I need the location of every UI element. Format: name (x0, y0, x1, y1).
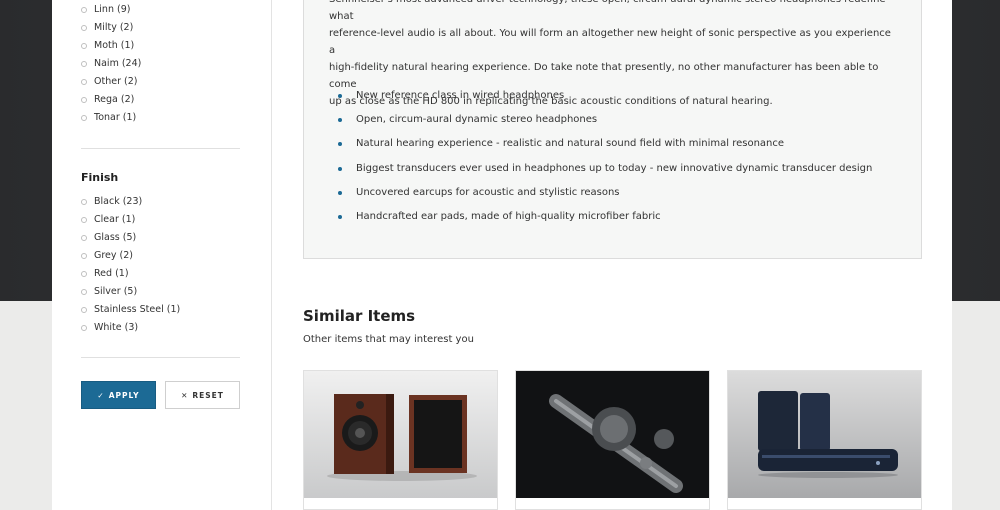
similar-item-card[interactable] (727, 370, 922, 510)
filter-option-moth[interactable]: Moth (1) (81, 37, 141, 55)
filter-option-stainless-steel[interactable]: Stainless Steel (1) (81, 301, 180, 319)
feature-item: Biggest transducers ever used in headpho… (338, 157, 872, 181)
product-image-speaker-system (728, 371, 921, 498)
filter-label: Red (1) (94, 268, 129, 279)
filter-label: Linn (9) (94, 4, 131, 15)
bullet-icon (338, 190, 342, 195)
description-line: reference-level audio is all about. You … (329, 28, 891, 56)
filter-option-tonar[interactable]: Tonar (1) (81, 109, 141, 127)
filter-label: Grey (2) (94, 250, 134, 261)
filter-option-white[interactable]: White (3) (81, 319, 180, 337)
radio-dot-icon (81, 307, 87, 313)
product-description-panel: Sennheiser's most advanced driver techno… (303, 0, 922, 259)
radio-dot-icon (81, 217, 87, 223)
filter-option-linn[interactable]: Linn (9) (81, 1, 141, 19)
filter-label: Other (2) (94, 76, 138, 87)
brand-filter-list: Linn (9) Milty (2) Moth (1) Naim (24) Ot… (81, 1, 141, 127)
feature-item: Open, circum-aural dynamic stereo headph… (338, 108, 872, 132)
bullet-icon (338, 142, 342, 147)
filter-option-black[interactable]: Black (23) (81, 193, 180, 211)
filter-label: Black (23) (94, 196, 143, 207)
feature-item: Uncovered earcups for acoustic and styli… (338, 181, 872, 205)
radio-dot-icon (81, 115, 87, 121)
filter-label: Glass (5) (94, 232, 137, 243)
filter-label: Naim (24) (94, 58, 142, 69)
radio-dot-icon (81, 97, 87, 103)
sidebar-divider (81, 148, 240, 149)
similar-items-title: Similar Items (303, 307, 416, 325)
radio-dot-icon (81, 25, 87, 31)
filter-label: White (3) (94, 322, 139, 333)
apply-label: APPLY (108, 390, 140, 400)
check-icon: ✓ (97, 390, 105, 400)
feature-item: New reference class in wired headphones (338, 84, 872, 108)
filter-option-glass[interactable]: Glass (5) (81, 229, 180, 247)
radio-dot-icon (81, 253, 87, 259)
bullet-icon (338, 94, 342, 98)
filter-option-grey[interactable]: Grey (2) (81, 247, 180, 265)
filter-label: Milty (2) (94, 22, 134, 33)
radio-dot-icon (81, 325, 87, 331)
similar-item-card[interactable] (515, 370, 710, 510)
filter-option-clear[interactable]: Clear (1) (81, 211, 180, 229)
filter-label: Stainless Steel (1) (94, 304, 181, 315)
product-image-tonearm (516, 371, 709, 498)
radio-dot-icon (81, 43, 87, 49)
filter-option-rega[interactable]: Rega (2) (81, 91, 141, 109)
sidebar-divider (81, 357, 240, 358)
feature-text: Uncovered earcups for acoustic and styli… (356, 186, 620, 198)
filter-label: Silver (5) (94, 286, 138, 297)
bullet-icon (338, 166, 342, 171)
feature-text: New reference class in wired headphones (356, 90, 565, 101)
product-main: Sennheiser's most advanced driver techno… (303, 0, 923, 510)
similar-items-subtitle: Other items that may interest you (303, 334, 474, 345)
apply-filters-button[interactable]: ✓ APPLY (81, 381, 156, 409)
radio-dot-icon (81, 79, 87, 85)
filter-label: Moth (1) (94, 40, 135, 51)
filter-option-red[interactable]: Red (1) (81, 265, 180, 283)
feature-item: Handcrafted ear pads, made of high-quali… (338, 205, 872, 229)
feature-list: New reference class in wired headphones … (338, 84, 872, 229)
close-icon: ✕ (181, 390, 189, 400)
filter-option-other[interactable]: Other (2) (81, 73, 141, 91)
feature-text: Biggest transducers ever used in headpho… (356, 162, 873, 174)
feature-text: Open, circum-aural dynamic stereo headph… (356, 114, 598, 126)
feature-item: Natural hearing experience - realistic a… (338, 132, 872, 156)
finish-filter-title: Finish (81, 171, 119, 184)
filter-option-milty[interactable]: Milty (2) (81, 19, 141, 37)
radio-dot-icon (81, 61, 87, 67)
finish-filter-list: Black (23) Clear (1) Glass (5) Grey (2) … (81, 193, 180, 337)
product-image-speakers (304, 371, 497, 498)
similar-item-card[interactable] (303, 370, 498, 510)
reset-filters-button[interactable]: ✕ RESET (165, 381, 240, 409)
filter-label: Tonar (1) (94, 112, 137, 123)
filter-sidebar: Linn (9) Milty (2) Moth (1) Naim (24) Ot… (52, 0, 272, 510)
radio-dot-icon (81, 7, 87, 13)
radio-dot-icon (81, 235, 87, 241)
page-container: Linn (9) Milty (2) Moth (1) Naim (24) Ot… (52, 0, 952, 510)
bullet-icon (338, 214, 342, 219)
filter-label: Rega (2) (94, 94, 135, 105)
radio-dot-icon (81, 199, 87, 205)
feature-text: Handcrafted ear pads, made of high-quali… (356, 210, 661, 222)
radio-dot-icon (81, 289, 87, 295)
filter-option-silver[interactable]: Silver (5) (81, 283, 180, 301)
description-line: Sennheiser's most advanced driver techno… (329, 0, 886, 22)
bullet-icon (338, 118, 342, 123)
radio-dot-icon (81, 271, 87, 277)
feature-text: Natural hearing experience - realistic a… (356, 138, 785, 150)
reset-label: RESET (192, 390, 224, 400)
filter-label: Clear (1) (94, 214, 136, 225)
filter-option-naim[interactable]: Naim (24) (81, 55, 141, 73)
